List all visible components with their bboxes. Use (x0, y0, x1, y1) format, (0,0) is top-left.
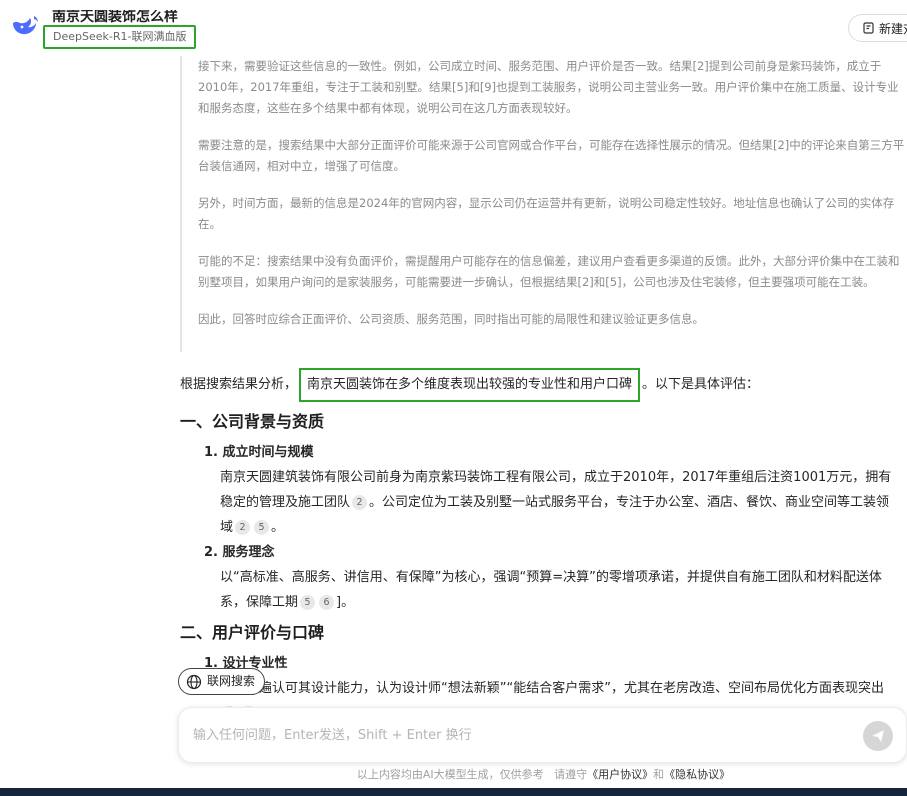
item-body: 以“高标准、高服务、讲信用、有保障”为核心，强调“预算=决算”的零增项承诺，并提… (220, 565, 900, 615)
answer-intro: 根据搜索结果分析， 南京天圆装饰在多个维度表现出较强的专业性和用户口碑 。以下是具体… (180, 366, 900, 404)
thinking-block: 接下来，需要验证这些信息的一致性。例如，公司成立时间、服务范围、用户评价是否一致… (180, 56, 907, 352)
citation-badge[interactable]: 2 (235, 520, 251, 535)
item-text: 用户普遍认可其设计能力，认为设计师“想法新颖”“能结合客户需求”，尤其在老房改造… (220, 681, 884, 696)
citation-badge[interactable]: 6 (319, 595, 335, 610)
header: 南京天圆装饰怎么样 DeepSeek-R1-联网满血版 新建对话 (0, 0, 907, 52)
thinking-paragraph: 接下来，需要验证这些信息的一致性。例如，公司成立时间、服务范围、用户评价是否一致… (198, 59, 899, 115)
item-text: 。 (271, 520, 285, 535)
thinking-paragraph: 因此，回答时应综合正面评价、公司资质、服务范围，同时指出可能的局限性和建议验证更… (198, 312, 704, 326)
web-search-label: 联网搜索 (207, 674, 256, 688)
user-agreement-link[interactable]: 《用户协议》 (587, 768, 653, 781)
citation-badge[interactable]: 5 (300, 595, 316, 610)
footer-agree-prefix: 请遵守 (554, 768, 588, 781)
item-title: 1. 成立时间与规模 (204, 445, 314, 460)
web-search-toggle[interactable]: 联网搜索 (178, 668, 266, 695)
item-body: 南京天圆建筑装饰有限公司前身为南京紫玛装饰工程有限公司，成立于2010年，201… (220, 465, 900, 540)
globe-icon (186, 674, 202, 689)
list-item: 2. 服务理念 以“高标准、高服务、讲信用、有保障”为核心，强调“预算=决算”的… (204, 540, 900, 615)
model-tag: DeepSeek-R1-联网满血版 (43, 25, 197, 49)
privacy-link[interactable]: 《隐私协议》 (664, 768, 730, 781)
item-text: ]。 (336, 595, 355, 610)
footer-and: 和 (653, 768, 665, 781)
thinking-paragraph: 需要注意的是，搜索结果中大部分正面评价可能来源于公司官网或合作平台，可能存在选择… (198, 138, 905, 173)
new-chat-icon (863, 22, 874, 34)
chat-input-box (178, 707, 907, 763)
section-heading: 二、用户评价与口碑 (180, 623, 325, 642)
taskbar-strip (0, 788, 907, 796)
thinking-paragraph: 另外，时间方面，最新的信息是2024年的官网内容，显示公司仍在运营并有更新，说明… (198, 196, 895, 231)
citation-badge[interactable]: 2 (352, 495, 368, 510)
intro-suffix: 。以下是具体评估： (642, 377, 760, 392)
send-icon (872, 730, 884, 742)
item-title: 1. 设计专业性 (204, 656, 288, 671)
deepseek-whale-logo-icon (13, 16, 38, 35)
intro-prefix: 根据搜索结果分析， (180, 377, 298, 392)
answer-block: 根据搜索结果分析， 南京天圆装饰在多个维度表现出较强的专业性和用户口碑 。以下是具体… (180, 366, 900, 726)
send-button[interactable] (863, 721, 893, 751)
citation-badge[interactable]: 5 (254, 520, 270, 535)
list-item: 1. 成立时间与规模 南京天圆建筑装饰有限公司前身为南京紫玛装饰工程有限公司，成… (204, 440, 900, 540)
new-chat-label: 新建对话 (879, 21, 907, 36)
footer-disclaimer: 以上内容均由AI大模型生成，仅供参考 (356, 768, 544, 781)
thinking-paragraph: 可能的不足：搜索结果中没有负面评价，需提醒用户可能存在的信息偏差，建议用户查看更… (198, 254, 900, 289)
intro-highlight: 南京天圆装饰在多个维度表现出较强的专业性和用户口碑 (299, 368, 641, 402)
new-chat-button[interactable]: 新建对话 (848, 14, 907, 42)
chat-input[interactable] (193, 720, 833, 750)
item-title: 2. 服务理念 (204, 545, 275, 560)
page-title: 南京天圆装饰怎么样 (52, 10, 178, 24)
footer: 以上内容均由AI大模型生成，仅供参考 请遵守《用户协议》和《隐私协议》 (0, 766, 907, 782)
section-heading: 一、公司背景与资质 (180, 412, 325, 431)
